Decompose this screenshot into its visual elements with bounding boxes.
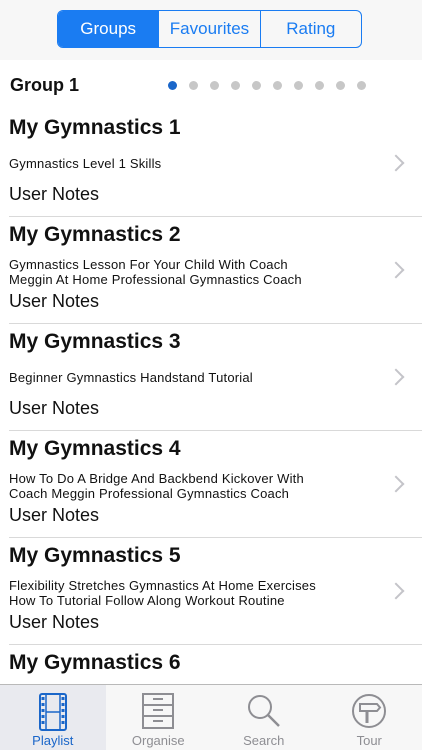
- list-item[interactable]: My Gymnastics 5 Flexibility Stretches Gym…: [0, 538, 422, 645]
- item-title: My Gymnastics 4: [9, 437, 181, 461]
- tab-tour[interactable]: Tour: [317, 685, 422, 750]
- signpost-icon: [351, 693, 387, 729]
- tab-bar: Playlist Organise Search Tour: [0, 684, 422, 750]
- chevron-right-icon: [388, 369, 405, 386]
- segment-groups[interactable]: Groups: [58, 11, 158, 47]
- item-description: Gymnastics Level 1 Skills: [9, 156, 369, 171]
- page-dot[interactable]: [357, 81, 366, 90]
- item-description: Beginner Gymnastics Handstand Tutorial: [9, 370, 369, 385]
- tab-organise-label: Organise: [106, 733, 212, 748]
- item-user-notes: User Notes: [9, 612, 99, 633]
- segment-rating[interactable]: Rating: [260, 11, 361, 47]
- item-title: My Gymnastics 6: [9, 651, 181, 675]
- chevron-right-icon: [388, 476, 405, 493]
- cabinet-icon: [141, 693, 175, 729]
- list-item[interactable]: My Gymnastics 1 Gymnastics Level 1 Skills…: [0, 110, 422, 217]
- item-title: My Gymnastics 1: [9, 116, 181, 140]
- film-strip-icon: [38, 693, 68, 731]
- page-dot[interactable]: [336, 81, 345, 90]
- item-title: My Gymnastics 3: [9, 330, 181, 354]
- tab-playlist-label: Playlist: [0, 733, 106, 748]
- magnifier-icon: [246, 693, 282, 729]
- item-description: Gymnastics Lesson For Your Child With Co…: [9, 257, 369, 272]
- page-dot[interactable]: [210, 81, 219, 90]
- page-dot[interactable]: [168, 81, 177, 90]
- chevron-right-icon: [388, 583, 405, 600]
- item-user-notes: User Notes: [9, 398, 99, 419]
- top-bar: Groups Favourites Rating: [0, 0, 422, 60]
- tab-search[interactable]: Search: [211, 685, 317, 750]
- page-dot[interactable]: [294, 81, 303, 90]
- tab-playlist[interactable]: Playlist: [0, 685, 106, 750]
- item-description: Flexibility Stretches Gymnastics At Home…: [9, 578, 369, 593]
- list-item[interactable]: My Gymnastics 2 Gymnastics Lesson For You…: [0, 217, 422, 324]
- item-description: How To Tutorial Follow Along Workout Rou…: [9, 593, 369, 608]
- page-dot[interactable]: [189, 81, 198, 90]
- segmented-control: Groups Favourites Rating: [57, 10, 362, 48]
- group-title: Group 1: [10, 75, 79, 96]
- page-dot[interactable]: [252, 81, 261, 90]
- item-user-notes: User Notes: [9, 184, 99, 205]
- segment-favourites[interactable]: Favourites: [158, 11, 259, 47]
- chevron-right-icon: [388, 262, 405, 279]
- list-item[interactable]: My Gymnastics 3 Beginner Gymnastics Hands…: [0, 324, 422, 431]
- item-description: Meggin At Home Professional Gymnastics C…: [9, 272, 369, 287]
- item-title: My Gymnastics 2: [9, 223, 181, 247]
- page-dot[interactable]: [231, 81, 240, 90]
- item-user-notes: User Notes: [9, 505, 99, 526]
- item-user-notes: User Notes: [9, 291, 99, 312]
- item-description: Coach Meggin Professional Gymnastics Coa…: [9, 486, 369, 501]
- tab-tour-label: Tour: [317, 733, 422, 748]
- item-description: How To Do A Bridge And Backbend Kickover…: [9, 471, 369, 486]
- chevron-right-icon: [388, 155, 405, 172]
- tab-search-label: Search: [211, 733, 317, 748]
- list-item[interactable]: My Gymnastics 4 How To Do A Bridge And Ba…: [0, 431, 422, 538]
- tab-organise[interactable]: Organise: [106, 685, 212, 750]
- item-title: My Gymnastics 5: [9, 544, 181, 568]
- page-dot[interactable]: [315, 81, 324, 90]
- page-dot[interactable]: [273, 81, 282, 90]
